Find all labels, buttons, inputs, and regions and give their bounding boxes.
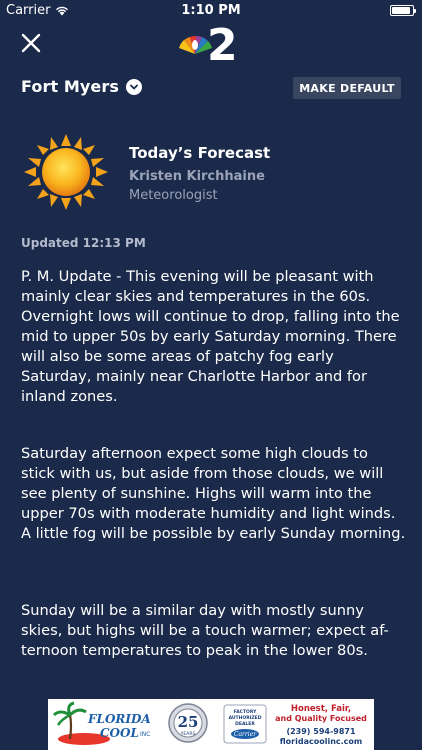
ad-artwork: FLORIDA COOL INC 25 YEARS FACTORY AUTHOR…	[52, 701, 367, 746]
anniversary-seal: 25 YEARS	[168, 703, 208, 743]
location-selector[interactable]: Fort Myers	[21, 77, 142, 96]
forecast-paragraph: Sunday will be a similar day with mostly…	[21, 602, 389, 659]
ad-dealer-line2: AUTHORIZED	[229, 715, 262, 721]
ad-brand-suffix: INC	[140, 731, 150, 738]
ad-anniversary-number: 25	[178, 713, 199, 731]
forecast-title: Today’s Forecast	[129, 144, 271, 162]
meteorologist-name: Kristen Kirchhaine	[129, 169, 265, 184]
close-icon	[21, 33, 41, 53]
ad-anniversary-label: YEARS	[180, 731, 196, 737]
meteorologist-role: Meteorologist	[129, 188, 218, 203]
updated-timestamp: Updated 12:13 PM	[21, 236, 146, 250]
close-button[interactable]	[18, 30, 44, 56]
ad-phone: (239) 594-9871	[286, 727, 356, 736]
ad-dealer-brand: Carrier	[234, 731, 257, 738]
forecast-paragraph: Saturday afternoon expect some high clou…	[21, 445, 406, 542]
battery-icon	[390, 5, 416, 16]
sunny-weather-icon	[24, 134, 108, 210]
station-logo: 2	[179, 20, 238, 66]
ad-brand-line1: FLORIDA	[87, 712, 151, 726]
forecast-paragraph: P. M. Update - This evening will be plea…	[21, 268, 400, 405]
ad-website: floridacoolinc.com	[280, 737, 363, 746]
dealer-badge: FACTORY AUTHORIZED DEALER Carrier	[223, 704, 267, 744]
location-name: Fort Myers	[21, 77, 119, 96]
status-bar: Carrier 1:10 PM	[0, 0, 422, 22]
ad-dealer-line1: FACTORY	[234, 709, 257, 715]
logo-channel-number: 2	[207, 20, 238, 66]
status-time: 1:10 PM	[181, 3, 241, 18]
ad-dealer-line3: DEALER	[235, 721, 255, 727]
ad-tagline2: and Quality Focused	[275, 714, 367, 723]
ad-brand-line2: COOL	[100, 726, 139, 740]
ad-tagline1: Honest, Fair,	[291, 704, 351, 714]
make-default-button[interactable]: MAKE DEFAULT	[293, 77, 401, 99]
chevron-down-icon	[126, 78, 142, 95]
ad-banner[interactable]: FLORIDA COOL INC 25 YEARS FACTORY AUTHOR…	[48, 699, 374, 750]
